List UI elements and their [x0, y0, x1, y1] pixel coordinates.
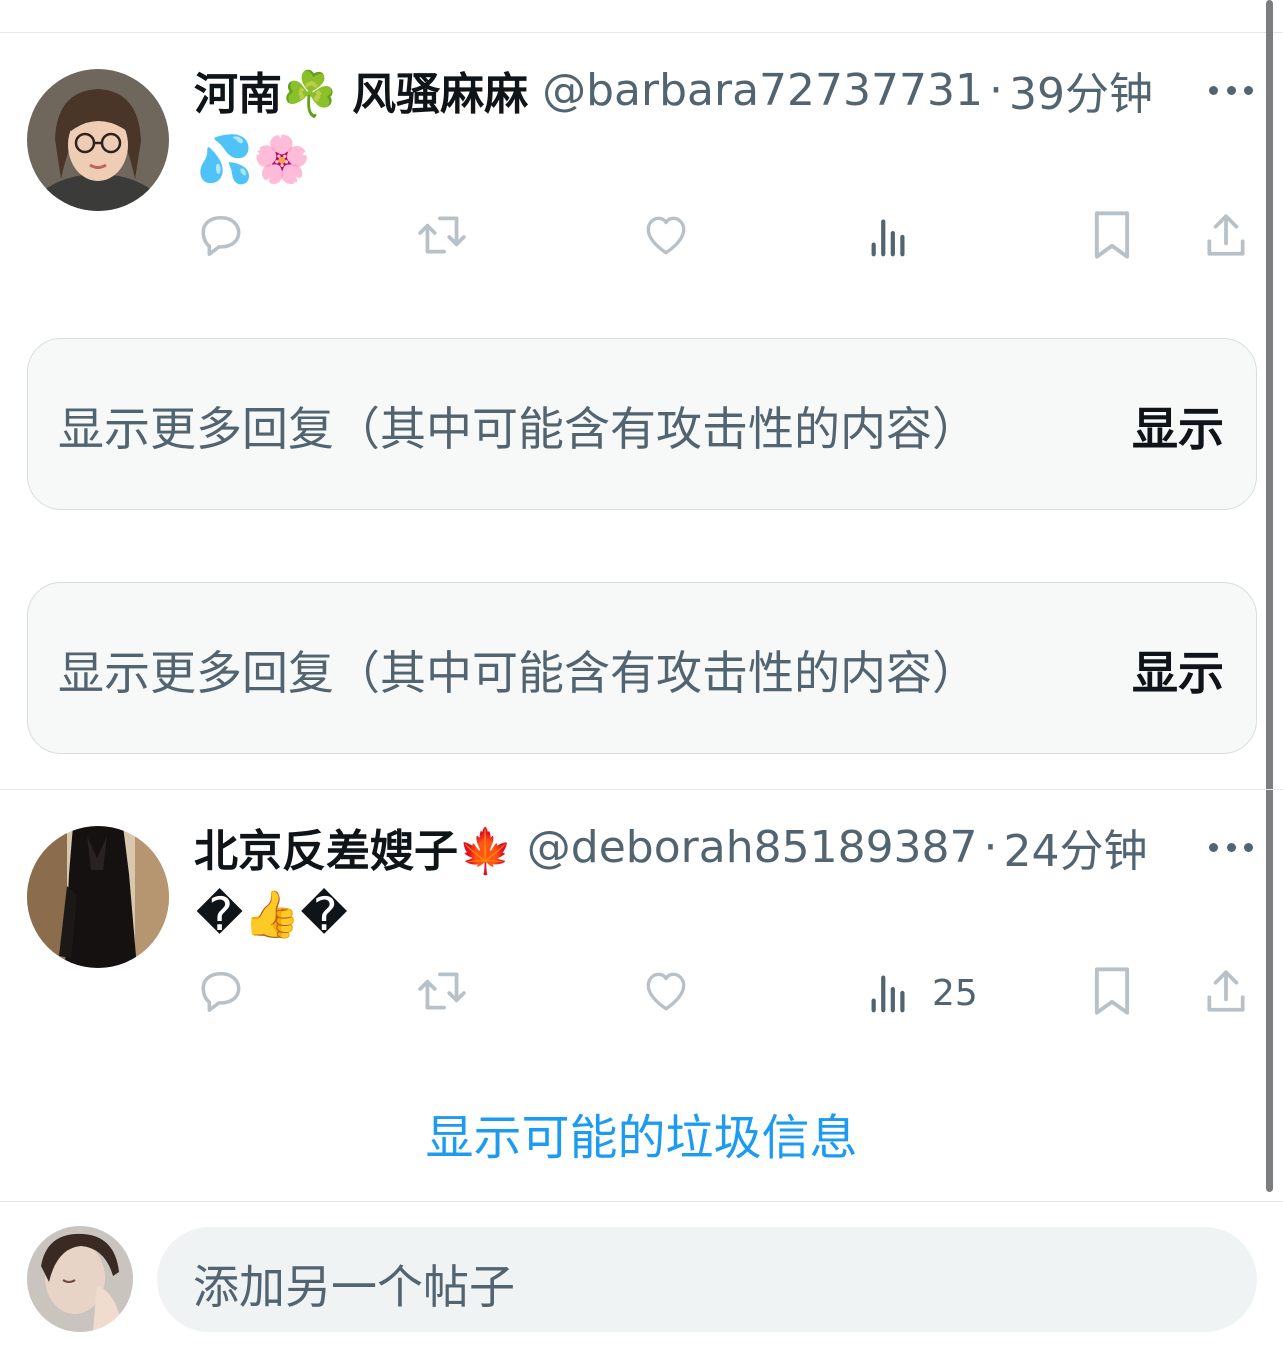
bookmark-icon	[1094, 967, 1130, 1015]
reply-button[interactable]	[196, 966, 246, 1016]
share-icon	[1207, 214, 1245, 256]
show-spam-link[interactable]: 显示可能的垃圾信息	[0, 1098, 1283, 1168]
reply-icon	[201, 971, 241, 1012]
avatar[interactable]	[27, 826, 169, 968]
author-name[interactable]: 北京反差嫂子🍁	[194, 815, 513, 879]
author-name[interactable]: 河南☘️ 风骚麻麻	[194, 58, 528, 122]
timestamp[interactable]: 39分钟	[1009, 58, 1153, 122]
separator: ·	[983, 821, 998, 873]
hidden-replies-card-1[interactable]: 显示更多回复（其中可能含有攻击性的内容） 显示	[27, 338, 1257, 510]
reply-icon	[201, 215, 241, 256]
view-count: 25	[932, 972, 978, 1014]
divider	[0, 789, 1283, 790]
views-icon	[871, 219, 905, 257]
reply-button[interactable]	[196, 210, 246, 260]
separator: ·	[989, 64, 1003, 116]
retweet-icon	[418, 972, 466, 1010]
bookmark-button[interactable]	[1090, 210, 1134, 260]
timestamp[interactable]: 24分钟	[1004, 815, 1148, 879]
heart-icon	[646, 216, 686, 255]
bookmark-icon	[1094, 211, 1130, 259]
more-icon[interactable]	[1209, 840, 1253, 854]
tweet-header: 北京反差嫂子🍁 @deborah85189387 · 24分钟	[194, 815, 1148, 879]
hidden-replies-text: 显示更多回复（其中可能含有攻击性的内容）	[58, 402, 978, 456]
reply-input[interactable]: 添加另一个帖子	[157, 1227, 1257, 1332]
views-button[interactable]	[866, 212, 932, 262]
scrollbar[interactable]	[1266, 0, 1273, 1192]
more-icon[interactable]	[1209, 83, 1253, 97]
retweet-button[interactable]	[415, 966, 469, 1016]
like-button[interactable]	[640, 210, 692, 260]
tweet-text: 💦🌸	[196, 132, 311, 186]
tweet-header: 河南☘️ 风骚麻麻 @barbara72737731 · 39分钟	[194, 58, 1153, 122]
retweet-button[interactable]	[415, 210, 469, 260]
reply-input-placeholder: 添加另一个帖子	[193, 1260, 515, 1314]
share-button[interactable]	[1203, 966, 1249, 1016]
show-button[interactable]: 显示	[1132, 637, 1224, 703]
hidden-replies-card-2[interactable]: 显示更多回复（其中可能含有攻击性的内容） 显示	[27, 582, 1257, 754]
author-handle[interactable]: @deborah85189387	[527, 822, 978, 873]
show-button[interactable]: 显示	[1132, 393, 1224, 459]
tweet-text: �👍�	[196, 887, 348, 941]
composer-divider	[0, 1201, 1283, 1202]
views-icon	[871, 975, 905, 1013]
author-handle[interactable]: @barbara72737731	[542, 65, 983, 116]
hidden-replies-text: 显示更多回复（其中可能含有攻击性的内容）	[58, 646, 978, 700]
retweet-icon	[418, 216, 466, 254]
user-avatar[interactable]	[27, 1226, 133, 1332]
top-divider	[0, 32, 1283, 33]
heart-icon	[646, 972, 686, 1011]
like-button[interactable]	[640, 966, 692, 1016]
avatar[interactable]	[27, 69, 169, 211]
bookmark-button[interactable]	[1090, 966, 1134, 1016]
views-button[interactable]: 25	[866, 968, 978, 1018]
share-button[interactable]	[1203, 210, 1249, 260]
share-icon	[1207, 970, 1245, 1012]
